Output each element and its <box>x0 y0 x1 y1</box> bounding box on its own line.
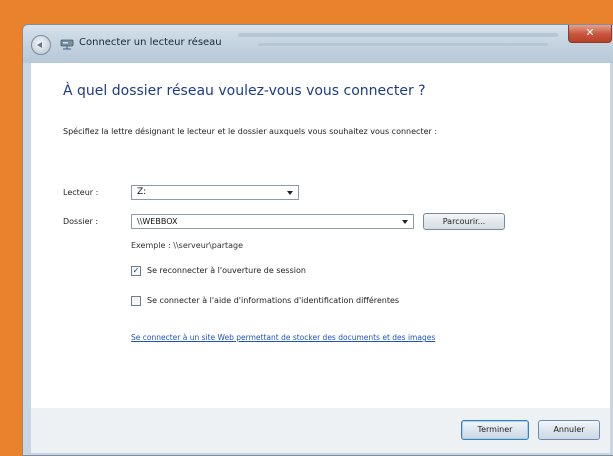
other-credentials-label: Se connecter à l'aide d'informations d'i… <box>147 296 400 305</box>
back-arrow-icon[interactable] <box>31 35 51 55</box>
chevron-down-icon[interactable] <box>402 220 408 224</box>
reconnect-label: Se reconnecter à l'ouverture de session <box>147 266 306 275</box>
drive-label: Lecteur : <box>63 188 99 197</box>
browse-button[interactable]: Parcourir... <box>423 213 505 230</box>
network-drive-icon <box>60 39 74 50</box>
web-storage-link[interactable]: Se connecter à un site Web permettant de… <box>131 333 435 342</box>
dialog-footer: Terminer Annuler <box>31 408 610 453</box>
title-bar: Connecter un lecteur réseau ✕ <box>23 25 613 63</box>
folder-path-field[interactable]: \\WEBBOX <box>131 214 414 229</box>
title-bar-blur-decoration <box>238 33 558 46</box>
cancel-button[interactable]: Annuler <box>538 420 600 440</box>
chevron-down-icon[interactable] <box>287 191 293 195</box>
close-button[interactable]: ✕ <box>568 25 612 43</box>
instructions-text: Spécifiez la lettre désignant le lecteur… <box>63 127 438 136</box>
folder-label: Dossier : <box>63 217 99 226</box>
other-credentials-checkbox[interactable] <box>131 296 141 306</box>
folder-path-value: \\WEBBOX <box>137 217 178 226</box>
map-network-drive-window: Connecter un lecteur réseau ✕ À quel dos… <box>22 24 613 456</box>
finish-button[interactable]: Terminer <box>461 420 529 440</box>
window-title: Connecter un lecteur réseau <box>79 37 222 48</box>
drive-letter-select[interactable]: Z: <box>131 185 299 200</box>
page-title: À quel dossier réseau voulez-vous vous c… <box>63 83 426 99</box>
reconnect-checkbox[interactable]: ✓ <box>131 266 141 276</box>
dialog-content: À quel dossier réseau voulez-vous vous c… <box>31 63 610 408</box>
example-text: Exemple : \\serveur\partage <box>131 241 244 250</box>
drive-letter-value: Z: <box>137 187 147 197</box>
